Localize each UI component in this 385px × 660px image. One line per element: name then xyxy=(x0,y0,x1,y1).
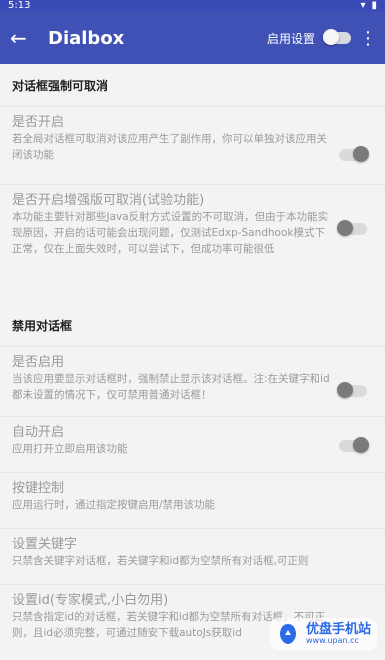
toggle-switch[interactable] xyxy=(337,220,367,236)
toggle-switch[interactable] xyxy=(337,382,367,398)
item-title: 设置id(专家模式,小白勿用) xyxy=(12,593,169,608)
enable-setting[interactable]: 启用设置 xyxy=(266,29,351,47)
item-title: 自动开启 xyxy=(12,425,65,440)
watermark-logo-icon xyxy=(279,624,296,644)
toggle-switch[interactable] xyxy=(339,146,369,162)
status-time: 5:13 xyxy=(8,0,31,11)
item-desc: 应用打开立即启用该功能 xyxy=(12,443,128,455)
status-bar: 5:13 ▾ ▮ xyxy=(0,0,385,12)
page-title: Dialbox xyxy=(48,27,125,49)
watermark-subtitle: www.upan.cc xyxy=(305,635,359,645)
item-title: 按键控制 xyxy=(12,481,65,496)
toggle-thumb xyxy=(353,146,369,162)
item-text: 自动开启 应用打开立即启用该功能 xyxy=(12,417,128,465)
item-desc: 只禁含关键字对话框，若关键字和id都为空禁所有对话框,可正则 xyxy=(12,555,309,567)
toggle-thumb xyxy=(337,382,353,398)
toggle-thumb xyxy=(337,220,353,236)
item-text: 按键控制 应用运行时，通过指定按键启用/禁用该功能 xyxy=(12,473,215,521)
item-title: 设置关键字 xyxy=(12,537,78,552)
enable-setting-switch[interactable] xyxy=(323,29,351,45)
watermark-text: 优盘手机站 www.upan.cc xyxy=(306,623,371,646)
status-icons: ▾ ▮ xyxy=(360,0,377,12)
toggle-switch[interactable] xyxy=(339,437,369,453)
arrow-left-icon: ← xyxy=(10,26,27,50)
toolbar: ← Dialbox 启用设置 ⋮ xyxy=(0,12,385,64)
list-item[interactable]: 是否开启增强版可取消(试验功能) 本功能主要针对那些Java反射方式设置的不可取… xyxy=(0,184,385,304)
item-desc: 若全局对话框可取消对该应用产生了副作用，你可以单独对该应用关闭该功能 xyxy=(12,133,327,161)
item-text: 是否开启增强版可取消(试验功能) 本功能主要针对那些Java反射方式设置的不可取… xyxy=(12,185,330,265)
item-text: 是否启用 当该应用要显示对话框时，强制禁止显示该对话框。注:在关键字和id都未设… xyxy=(12,347,330,411)
list-item[interactable]: 设置关键字 只禁含关键字对话框，若关键字和id都为空禁所有对话框,可正则 xyxy=(0,528,385,584)
item-text: 设置关键字 只禁含关键字对话框，若关键字和id都为空禁所有对话框,可正则 xyxy=(12,529,308,577)
more-vert-icon: ⋮ xyxy=(359,27,377,49)
battery-icon: ▮ xyxy=(371,0,377,11)
back-button[interactable]: ← xyxy=(10,28,36,48)
item-desc: 本功能主要针对那些Java反射方式设置的不可取消，但由于本功能实现原因，开启的话… xyxy=(12,211,329,255)
list-item[interactable]: 是否开启 若全局对话框可取消对该应用产生了副作用，你可以单独对该应用关闭该功能 xyxy=(0,106,385,184)
settings-content: 对话框强制可取消 是否开启 若全局对话框可取消对该应用产生了副作用，你可以单独对… xyxy=(0,64,385,654)
item-desc: 应用运行时，通过指定按键启用/禁用该功能 xyxy=(12,499,216,511)
watermark-title: 优盘手机站 xyxy=(305,621,371,637)
watermark: 优盘手机站 www.upan.cc xyxy=(269,618,377,650)
menu-button[interactable]: ⋮ xyxy=(359,28,377,49)
enable-setting-label: 启用设置 xyxy=(266,31,315,46)
list-item[interactable]: 自动开启 应用打开立即启用该功能 xyxy=(0,416,385,472)
wifi-icon: ▾ xyxy=(360,0,366,11)
item-text: 是否开启 若全局对话框可取消对该应用产生了副作用，你可以单独对该应用关闭该功能 xyxy=(12,107,330,171)
item-title: 是否启用 xyxy=(12,355,65,370)
toggle-thumb xyxy=(353,437,369,453)
list-item[interactable]: 是否启用 当该应用要显示对话框时，强制禁止显示该对话框。注:在关键字和id都未设… xyxy=(0,346,385,416)
section-title: 对话框强制可取消 xyxy=(0,64,385,106)
list-item[interactable]: 按键控制 应用运行时，通过指定按键启用/禁用该功能 xyxy=(0,472,385,528)
item-desc: 当该应用要显示对话框时，强制禁止显示该对话框。注:在关键字和id都未设置的情况下… xyxy=(12,373,330,401)
item-title: 是否开启 xyxy=(12,115,65,130)
section-title: 禁用对话框 xyxy=(0,304,385,346)
item-title: 是否开启增强版可取消(试验功能) xyxy=(12,193,205,208)
